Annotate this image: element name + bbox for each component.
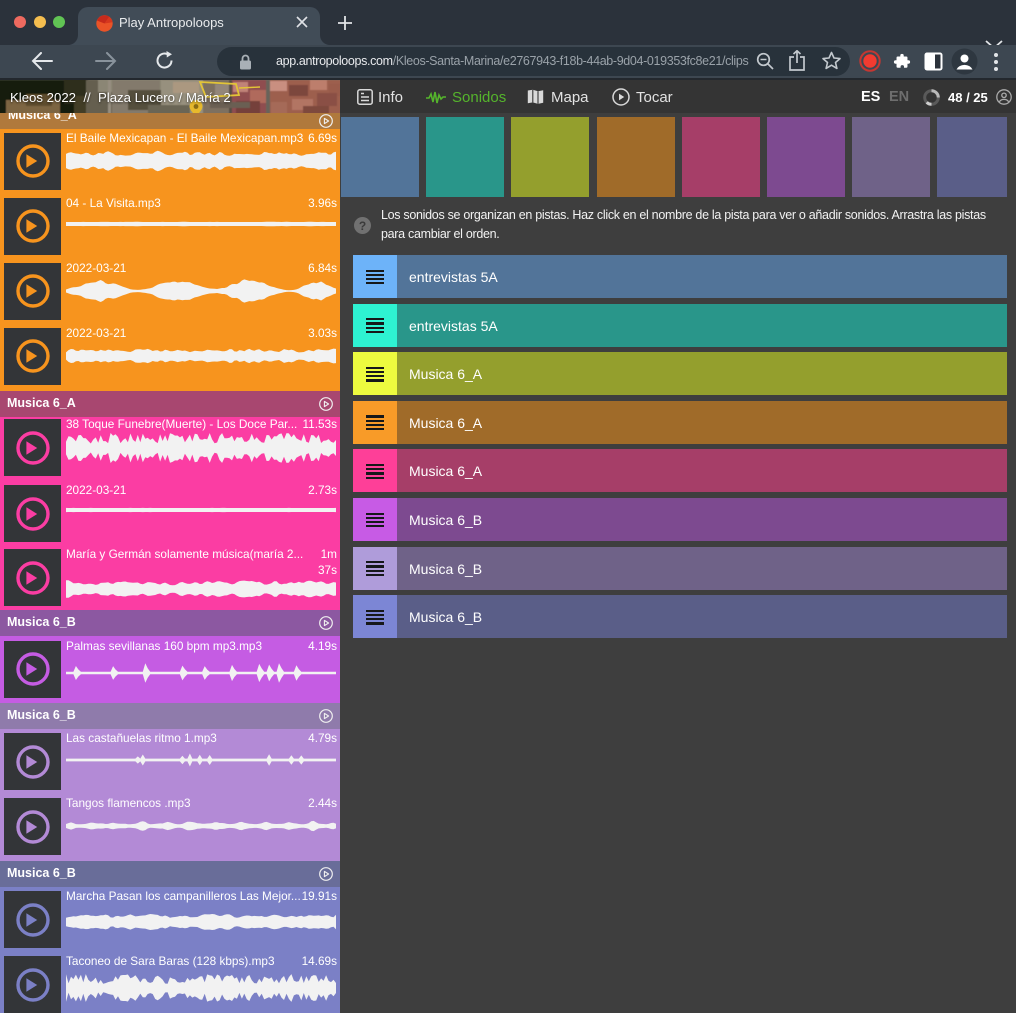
svg-text:?: ? — [359, 219, 366, 233]
